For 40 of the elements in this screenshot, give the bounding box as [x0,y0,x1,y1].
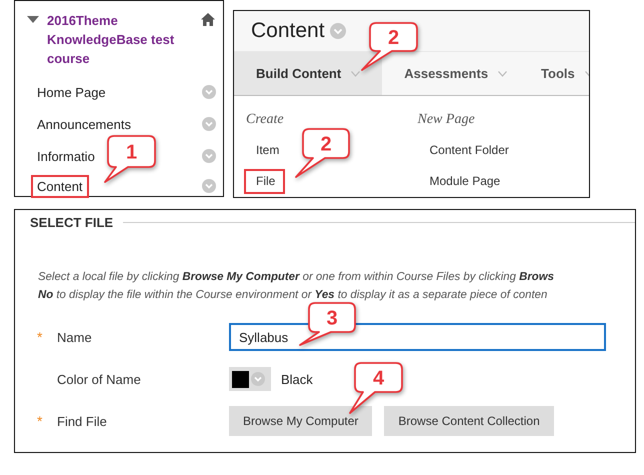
required-asterisk: * [37,413,42,429]
caret-icon [498,70,508,76]
field-label: Color of Name [57,372,141,386]
chevron-down-icon[interactable] [202,85,216,99]
menu-tab[interactable]: Tools [519,52,589,95]
menu-heading: New Page [418,112,476,128]
menu-link[interactable]: Module Page [416,169,510,194]
menu-tab[interactable]: Build Content [234,52,382,95]
menu-heading: Create [246,112,285,128]
callout: 4 [348,361,404,415]
callout: 2 [294,127,351,179]
required-asterisk: * [37,329,42,345]
course-menu-link[interactable]: Announcements [31,112,137,136]
chevron-down-icon[interactable] [330,23,346,39]
menu-link[interactable]: Content Folder [416,138,519,163]
color-name: Black [281,372,313,386]
field-label: Find File [57,414,107,428]
menu-link[interactable]: Item [244,138,290,163]
chevron-down-icon[interactable] [202,149,216,163]
section-heading: SELECT FILE [30,215,114,230]
browse-button[interactable]: Browse Content Collection [384,406,554,436]
chevron-down-icon [251,372,265,386]
course-menu-link[interactable]: Home Page [31,80,112,104]
color-picker[interactable] [229,367,271,391]
course-menu-link[interactable]: Content [31,174,89,198]
caret-icon [351,70,360,76]
course-title[interactable]: 2016Theme KnowledgeBase test course [47,11,187,68]
field-label: Name [57,330,92,344]
instruction-text: Select a local file by clicking Browse My Computer or one from within Course Files by clicking Brows [38,270,555,285]
chevron-down-icon[interactable] [202,179,216,193]
home-icon[interactable] [201,13,215,26]
callout: 3 [298,301,357,347]
collapse-triangle-icon[interactable] [27,16,39,24]
page-title: Content [251,19,325,43]
chevron-down-icon[interactable] [202,117,216,131]
callout: 1 [103,134,157,184]
instruction-text: No to display the file within the Course environment or Yes to display it as a separate piece of conten [38,288,548,303]
browse-button[interactable]: Browse My Computer [229,406,372,436]
menu-link[interactable]: File [244,169,286,194]
course-menu-link[interactable]: Informatio [31,144,101,168]
